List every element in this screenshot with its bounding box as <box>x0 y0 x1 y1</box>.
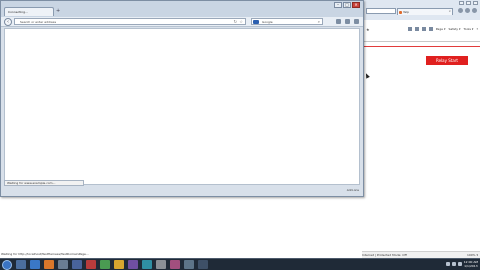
taskbar-app-icon[interactable] <box>184 260 194 269</box>
taskbar-app-icon[interactable] <box>58 260 68 269</box>
new-tab-button[interactable]: + <box>56 9 61 14</box>
background-caption-buttons <box>459 1 478 5</box>
browser-tab[interactable]: Connecting... <box>4 7 54 16</box>
close-tab-icon[interactable]: × <box>448 9 451 13</box>
flag-icon[interactable] <box>457 262 462 266</box>
bookmark-star-icon[interactable]: ☆ <box>239 19 243 24</box>
page-menu[interactable]: Page ▾ <box>436 27 446 31</box>
addon-bar-label[interactable]: Add-ons <box>347 188 359 192</box>
toolbar-icons <box>336 19 359 24</box>
feeds-icon[interactable] <box>414 27 419 31</box>
taskbar-app-icon[interactable] <box>86 260 96 269</box>
clock[interactable]: 12:00 AM 1/1/2013 <box>464 260 478 268</box>
browser-window[interactable]: Connecting... + – □ ✕ ‹ Search or enter … <box>0 0 364 197</box>
command-menu: Page ▾ Safety ▾ Tools ▾ ? <box>407 27 478 31</box>
volume-icon[interactable] <box>451 262 456 266</box>
gear-icon[interactable] <box>472 8 477 13</box>
cta-button[interactable]: Relay Start <box>426 56 468 65</box>
taskbar-app-icon[interactable] <box>128 260 138 269</box>
browser-caption-buttons: – □ ✕ <box>334 2 360 8</box>
search-box[interactable]: Google ⌕ <box>251 18 323 25</box>
page-content-area[interactable] <box>4 28 360 185</box>
safety-menu[interactable]: Safety ▾ <box>448 27 460 31</box>
background-tab[interactable]: Yelp × <box>397 8 453 15</box>
background-status-text: Waiting for http://localhost/TestHarness… <box>1 252 89 256</box>
background-maximize-button[interactable] <box>466 1 471 5</box>
background-address-bar[interactable] <box>366 8 396 14</box>
browser-status-bar: Add-ons <box>1 186 363 196</box>
home-icon[interactable] <box>345 19 350 24</box>
bookmarks-icon[interactable] <box>336 19 341 24</box>
background-minimize-button[interactable] <box>459 1 464 5</box>
url-bar-placeholder: Search or enter address <box>20 20 57 24</box>
background-status-bar: Internet | Protected Mode: Off 100% ▾ <box>362 251 480 258</box>
favorites-icon[interactable] <box>465 8 470 13</box>
taskbar: 12:00 AM 1/1/2013 <box>0 258 480 270</box>
search-engine-icon[interactable] <box>253 20 259 24</box>
system-tray: 12:00 AM 1/1/2013 <box>445 260 478 268</box>
minimize-button[interactable]: – <box>334 2 342 8</box>
add-favorite-icon[interactable]: ★ <box>366 28 371 32</box>
background-titlebar: Yelp × <box>362 0 480 20</box>
mail-icon[interactable] <box>421 27 426 31</box>
taskbar-explorer-icon[interactable] <box>16 260 26 269</box>
search-icon[interactable]: ⌕ <box>318 19 320 24</box>
maximize-button[interactable]: □ <box>343 2 351 8</box>
security-zone: Internet | Protected Mode: Off <box>362 253 407 257</box>
taskbar-app-icon[interactable] <box>156 260 166 269</box>
browser-titlebar: Connecting... + – □ ✕ <box>1 1 363 17</box>
home-icon[interactable] <box>458 8 463 13</box>
taskbar-app-icon[interactable] <box>114 260 124 269</box>
tools-menu[interactable]: Tools ▾ <box>464 27 474 31</box>
clock-date: 1/1/2013 <box>464 264 478 268</box>
menu-icon[interactable] <box>354 19 359 24</box>
background-tab-title: Yelp <box>403 10 410 14</box>
taskbar-firefox-icon[interactable] <box>44 260 54 269</box>
taskbar-app-icon[interactable] <box>170 260 180 269</box>
reload-icon[interactable]: ↻ <box>234 19 237 24</box>
zoom-level[interactable]: 100% ▾ <box>467 253 478 257</box>
taskbar-app-icon[interactable] <box>100 260 110 269</box>
start-button[interactable] <box>2 260 12 270</box>
taskbar-app-icon[interactable] <box>198 260 208 269</box>
background-browser-window[interactable]: Yelp × ★ Page ▾ Safety ▾ Tools ▾ ? Relay… <box>362 0 480 258</box>
background-close-button[interactable] <box>473 1 478 5</box>
page-header-divider <box>362 46 480 47</box>
background-command-bar: ★ Page ▾ Safety ▾ Tools ▾ ? <box>362 20 480 42</box>
search-engine-label: Google <box>262 20 273 24</box>
taskbar-ie-icon[interactable] <box>30 260 40 269</box>
home-icon[interactable] <box>407 27 412 31</box>
navigation-toolbar: ‹ Search or enter address ↻ ☆ Google ⌕ <box>1 17 363 27</box>
taskbar-app-icon[interactable] <box>142 260 152 269</box>
network-icon[interactable] <box>445 262 450 266</box>
browser-tab-title: Connecting... <box>8 10 28 14</box>
url-bar[interactable]: Search or enter address ↻ ☆ <box>14 18 246 25</box>
site-favicon-icon <box>399 11 402 14</box>
taskbar-app-icon[interactable] <box>72 260 82 269</box>
back-button[interactable]: ‹ <box>4 18 12 26</box>
background-toolbar-icons <box>458 8 477 13</box>
close-button[interactable]: ✕ <box>352 2 360 8</box>
help-menu[interactable]: ? <box>476 27 478 31</box>
print-icon[interactable] <box>428 27 433 31</box>
